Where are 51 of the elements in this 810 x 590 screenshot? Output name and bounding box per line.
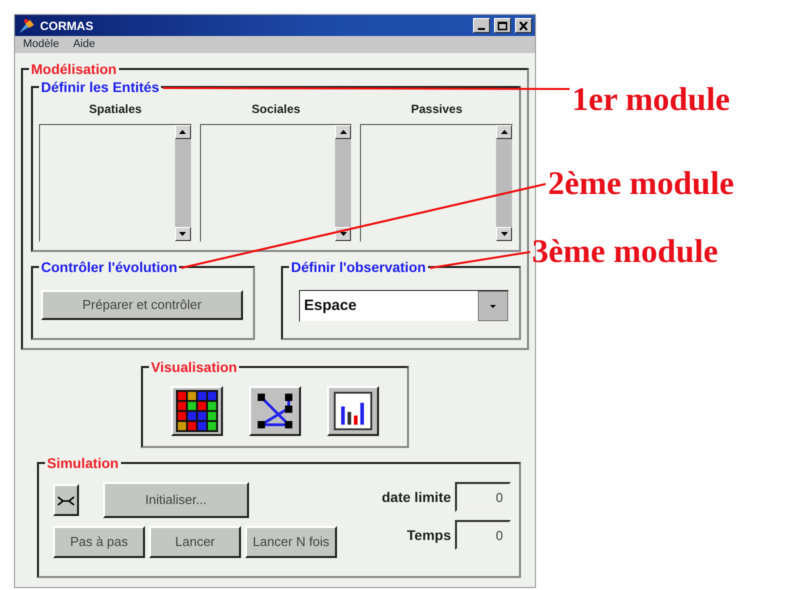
list-box[interactable] — [200, 124, 352, 242]
annotation-label: 1er module — [572, 84, 730, 117]
visualisation-tool-button[interactable] — [171, 386, 223, 436]
field-label: date limite — [382, 488, 451, 506]
initialise-button[interactable]: Initialiser... — [103, 482, 249, 518]
list-label: Sociales — [252, 101, 300, 118]
window-title: CORMAS — [40, 18, 94, 34]
number-field[interactable]: 0 — [455, 482, 511, 512]
scroll-up-icon[interactable] — [496, 125, 512, 139]
group-title: Visualisation — [149, 359, 240, 375]
group-title: Définir l'observation — [289, 259, 428, 275]
visualisation-tool-button[interactable] — [327, 386, 379, 436]
group-title: Définir les Entités — [39, 79, 162, 95]
scrollbar[interactable] — [174, 125, 191, 241]
prepare-button[interactable]: Préparer et contrôler — [41, 290, 243, 320]
simulation-button[interactable]: Lancer — [149, 526, 241, 558]
number-field[interactable]: 0 — [455, 520, 511, 550]
field-label: Temps — [406, 526, 451, 545]
simulation-button[interactable]: Pas à pas — [53, 526, 145, 558]
list-label: Spatiales — [88, 101, 142, 118]
maximize-icon — [497, 20, 508, 30]
dropdown-value: Espace — [303, 296, 358, 316]
close-icon — [518, 20, 529, 30]
dropdown-arrow-icon[interactable] — [478, 291, 508, 321]
observation-dropdown[interactable]: Espace — [299, 290, 509, 322]
annotation-label: 2ème module — [548, 168, 734, 201]
connect-button[interactable] — [53, 484, 79, 516]
visualisation-tool-button[interactable] — [249, 386, 301, 436]
scrollbar[interactable] — [335, 125, 352, 241]
group-title: Modélisation — [29, 61, 119, 77]
annotation-label: 3ème module — [532, 236, 718, 269]
scroll-down-icon[interactable] — [174, 227, 191, 241]
bar-chart-icon — [332, 390, 374, 432]
maximize-button[interactable] — [494, 18, 511, 33]
list-label: Passives — [410, 101, 462, 118]
scroll-up-icon[interactable] — [174, 125, 191, 139]
menu-item[interactable]: Modèle — [23, 36, 60, 53]
list-box[interactable] — [360, 124, 514, 242]
simulation-button[interactable]: Lancer N fois — [245, 526, 337, 558]
scroll-up-icon[interactable] — [335, 125, 352, 139]
close-button[interactable] — [515, 18, 532, 33]
group-title: Simulation — [45, 455, 121, 471]
grid-icon — [176, 390, 218, 432]
minimize-button[interactable] — [473, 18, 490, 33]
scrollbar[interactable] — [496, 125, 512, 241]
menu-item[interactable]: Aide — [73, 36, 96, 53]
connector-icon — [57, 496, 75, 506]
group-title: Contrôler l'évolution — [39, 259, 180, 275]
minimize-icon — [478, 28, 485, 30]
scroll-down-icon[interactable] — [496, 227, 512, 241]
app-logo-icon — [18, 18, 36, 34]
